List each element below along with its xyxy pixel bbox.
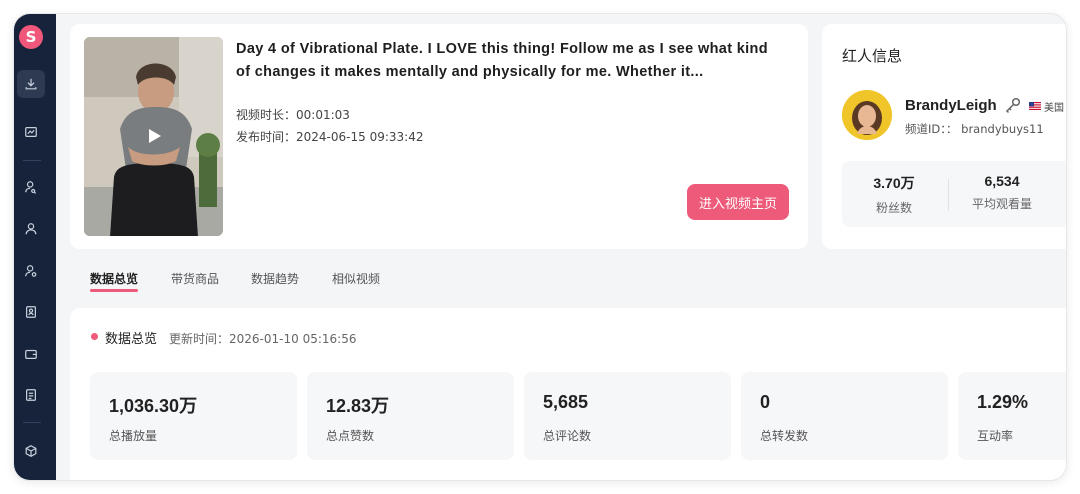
video-card: Day 4 of Vibrational Plate. I LOVE this … [70,24,808,249]
chart-icon [25,127,37,137]
influencer-stats: 3.70万 粉丝数 6,534 平均观看量 [842,161,1066,227]
key-icon[interactable] [1004,96,1022,114]
play-icon[interactable] [144,126,164,146]
sidebar-item-wallet[interactable] [17,340,45,368]
video-published-label: 发布时间： [236,130,297,144]
stat-label: 粉丝数 [875,201,912,215]
metric-label: 总播放量 [109,429,158,443]
user-settings-icon [25,265,37,277]
download-icon [25,78,37,90]
overview-title: 数据总览 [105,332,158,347]
id-card-icon [26,306,36,318]
stat-label: 平均观看量 [971,197,1032,211]
video-duration-label: 视频时长： [236,108,297,122]
metric-value: 1.29% [977,392,1029,412]
update-time: 更新时间：2026-01-10 05:16:56 [169,330,356,347]
influencer-country: 美国 [1044,103,1064,114]
channel-id: 频道ID：： brandybuys11 [905,121,1044,137]
channel-id-value: brandybuys11 [961,122,1044,136]
report-icon [26,389,36,401]
avatar-image [842,90,892,140]
tab-similar-videos[interactable]: 相似视频 [332,270,380,287]
metric-value: 5,685 [543,392,589,412]
video-duration: 视频时长：00:01:03 [236,106,350,123]
sidebar-item-report[interactable] [17,381,45,409]
sidebar-divider [23,422,41,423]
metric-total-likes: 12.83万 总点赞数 [307,372,514,460]
tab-overview[interactable]: 数据总览 [90,270,138,287]
metric-value: 1,036.30万 [109,396,198,416]
metric-label: 互动率 [977,429,1014,443]
metric-total-shares: 0 总转发数 [741,372,948,460]
stat-value: 6,534 [984,173,1020,189]
us-flag-icon [1029,102,1041,110]
data-overview-panel: 数据总览 更新时间：2026-01-10 05:16:56 1,036.30万 … [70,308,1066,480]
metric-engagement-rate: 1.29% 互动率 [958,372,1066,460]
influencer-section-title: 红人信息 [842,47,903,65]
sidebar-item-user-search[interactable] [17,173,45,201]
sidebar-item-user-settings[interactable] [17,257,45,285]
wallet-icon [25,349,37,359]
video-published: 发布时间：2024-06-15 09:33:42 [236,128,423,145]
sidebar-item-user[interactable] [17,215,45,243]
stat-avg-views: 6,534 平均观看量 [950,173,1054,212]
stat-divider [948,179,949,211]
sidebar-item-download[interactable] [17,70,45,98]
metric-label: 总评论数 [543,429,592,443]
avatar[interactable] [842,90,892,140]
update-time-label: 更新时间： [169,332,230,346]
sidebar-item-chart[interactable] [17,118,45,146]
update-time-value: 2026-01-10 05:16:56 [229,332,357,346]
user-search-icon [25,181,37,194]
sidebar-item-cube[interactable] [17,437,45,465]
metric-label: 总点赞数 [326,429,375,443]
stat-followers: 3.70万 粉丝数 [842,173,946,216]
channel-id-label: 频道ID：： [905,122,958,136]
video-thumbnail[interactable] [84,37,223,236]
metric-label: 总转发数 [760,429,809,443]
open-video-page-button[interactable]: 进入视频主页 [687,184,789,220]
cube-icon [25,445,37,457]
influencer-name: BrandyLeigh [905,97,997,114]
sidebar-divider [23,160,41,161]
video-duration-value: 00:01:03 [296,108,350,122]
influencer-card: 红人信息 BrandyLeigh 美国 频道ID：： brandybuys11 … [822,24,1066,249]
user-icon [25,223,37,235]
sidebar-item-id-card[interactable] [17,298,45,326]
section-dot [91,333,98,340]
metric-value: 12.83万 [326,396,390,416]
video-title: Day 4 of Vibrational Plate. I LOVE this … [236,41,768,80]
app-logo[interactable]: S [19,25,43,49]
active-tab-indicator [90,289,138,292]
tab-products[interactable]: 带货商品 [171,270,219,287]
app-window: S Day 4 of Vibrational Plate. I LOVE thi… [14,14,1066,480]
video-published-value: 2024-06-15 09:33:42 [296,130,424,144]
sidebar: S [14,14,56,480]
metric-value: 0 [760,392,771,412]
metric-total-plays: 1,036.30万 总播放量 [90,372,297,460]
stat-value: 3.70万 [873,175,915,191]
tab-trends[interactable]: 数据趋势 [251,270,299,287]
metric-total-comments: 5,685 总评论数 [524,372,731,460]
